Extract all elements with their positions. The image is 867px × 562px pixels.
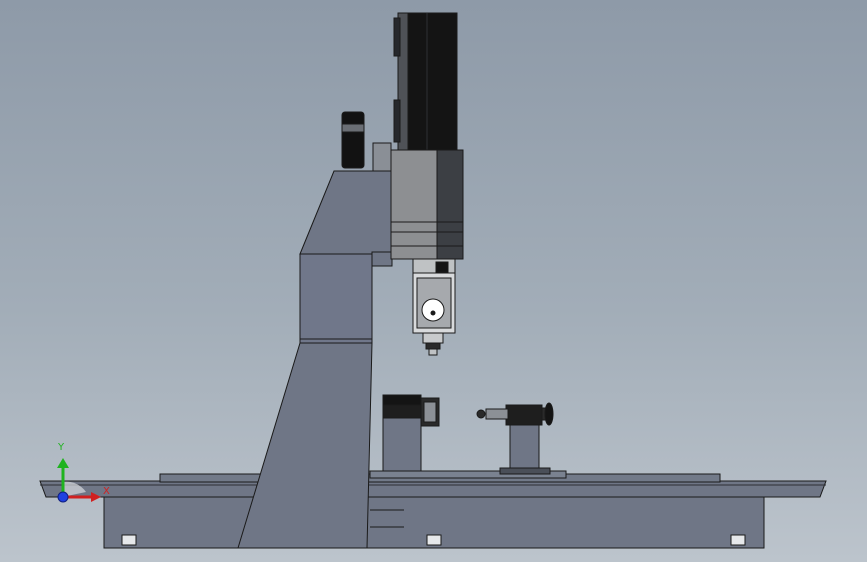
base-cabinet — [103, 496, 765, 549]
base-foot-middle — [426, 534, 442, 546]
tailstock — [476, 402, 554, 472]
y-axis-arrowhead — [57, 458, 69, 468]
cad-viewport[interactable]: Y X — [0, 0, 867, 562]
cnc-machine-model[interactable] — [0, 0, 867, 562]
tailstock-rail — [499, 467, 551, 475]
spindle-head — [412, 258, 456, 356]
headstock — [382, 394, 440, 472]
z-axis-tower — [393, 12, 458, 151]
side-motor — [341, 111, 365, 169]
x-axis-label: X — [103, 486, 110, 497]
z-axis-dot — [57, 491, 69, 503]
spindle-carriage — [390, 149, 464, 260]
y-axis-label: Y — [58, 442, 65, 453]
table-top — [39, 470, 827, 498]
base-foot-right — [730, 534, 746, 546]
machine-column — [237, 142, 393, 549]
base-foot-left — [121, 534, 137, 546]
